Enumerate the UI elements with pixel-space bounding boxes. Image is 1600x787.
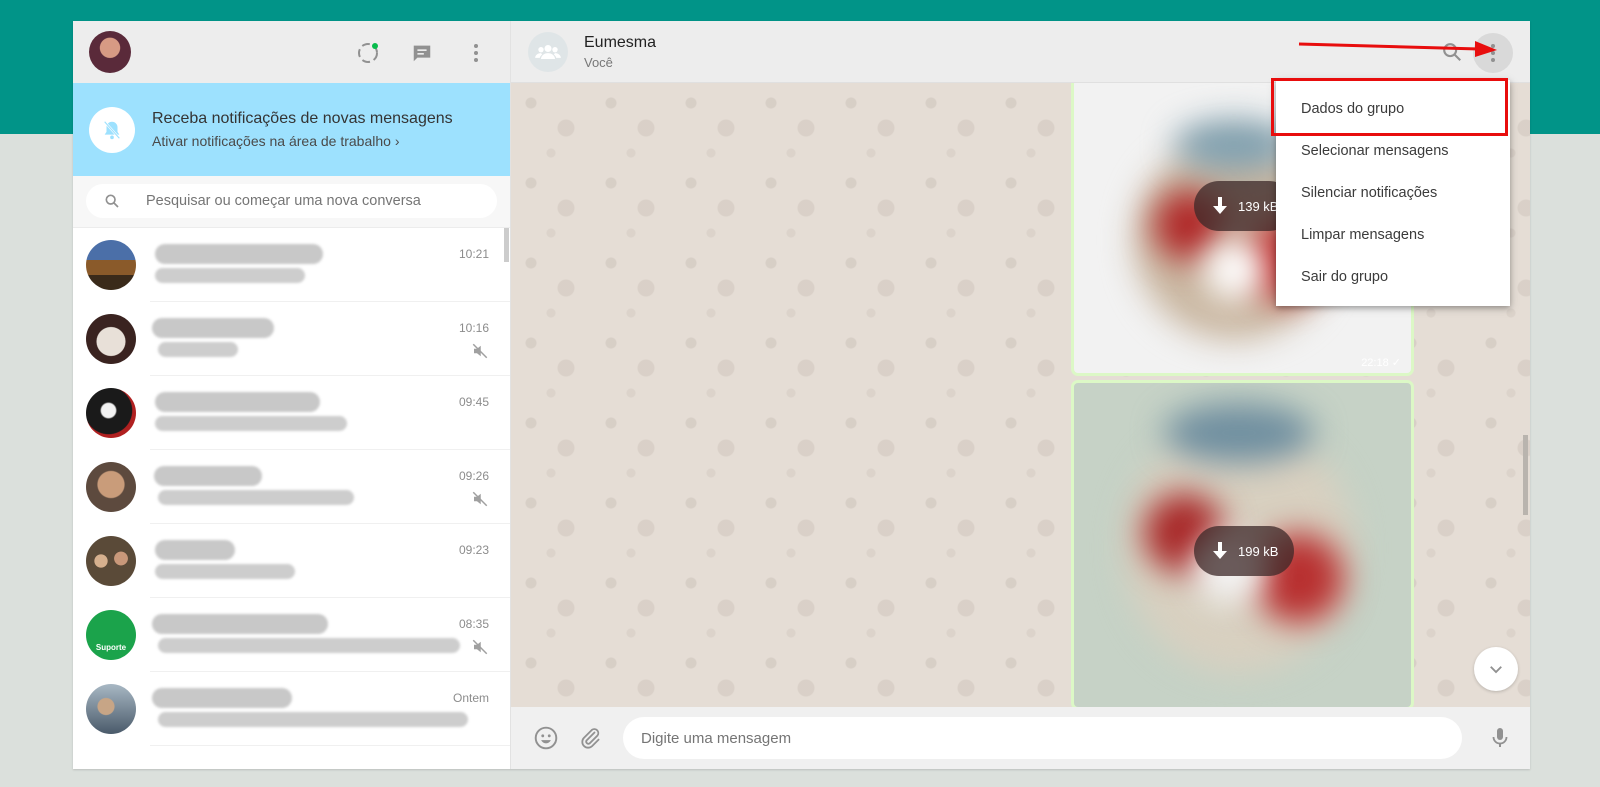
composer	[511, 707, 1530, 769]
avatar: Suporte	[86, 610, 136, 660]
chevron-down-icon	[1490, 666, 1502, 674]
scroll-down-button[interactable]	[1474, 647, 1518, 691]
chat-time: Ontem	[452, 691, 489, 705]
group-icon	[535, 44, 561, 59]
list-item[interactable]: 09:45	[73, 376, 510, 450]
sidebar-header	[73, 21, 510, 83]
list-item[interactable]: 09:26	[73, 450, 510, 524]
emoji-icon[interactable]	[533, 725, 559, 751]
search-input[interactable]	[146, 193, 497, 209]
notification-banner[interactable]: Receba notificações de novas mensagens A…	[73, 83, 510, 176]
list-item[interactable]: Ontem	[73, 672, 510, 746]
chevron-right-icon: ›	[394, 133, 400, 149]
search-icon	[105, 194, 119, 208]
avatar	[86, 536, 136, 586]
avatar	[86, 462, 136, 512]
download-icon	[1213, 197, 1227, 214]
search-bar	[73, 176, 510, 228]
message-input-box[interactable]	[623, 717, 1462, 759]
notification-subtitle: Ativar notificações na área de trabalho	[152, 133, 391, 149]
menu-item-clear-messages[interactable]: Limpar mensagens	[1276, 214, 1510, 256]
avatar[interactable]	[89, 31, 131, 73]
group-avatar[interactable]	[528, 31, 568, 72]
chat-time: 10:21	[458, 247, 489, 261]
chat-list: 10:21 10:16 09:45 09:26 09:23 Suporte 08…	[73, 228, 510, 769]
muted-icon	[472, 639, 488, 655]
message-time: 22:18 ✓	[1361, 357, 1401, 369]
avatar	[86, 388, 136, 438]
search-box[interactable]	[86, 184, 497, 218]
scrollbar[interactable]	[1523, 435, 1528, 515]
chat-time: 10:16	[458, 321, 489, 335]
menu-item-select-messages[interactable]: Selecionar mensagens	[1276, 130, 1510, 172]
avatar	[86, 684, 136, 734]
list-item[interactable]: 10:21	[73, 228, 510, 302]
conversation-dropdown-menu: Dados do grupo Selecionar mensagens Sile…	[1276, 80, 1510, 306]
list-item[interactable]: 10:16	[73, 302, 510, 376]
sidebar-header-icons	[356, 41, 488, 65]
file-size: 139 kB	[1238, 198, 1279, 214]
image-message[interactable]: 199 kB	[1071, 380, 1414, 707]
list-item[interactable]: Suporte 08:35	[73, 598, 510, 672]
conversation-title: Eumesma	[584, 33, 657, 51]
chat-time: 09:45	[458, 395, 489, 409]
muted-icon	[472, 491, 488, 507]
menu-dots-icon[interactable]	[464, 41, 488, 65]
message-input[interactable]	[641, 729, 1462, 747]
avatar	[86, 314, 136, 364]
notification-link[interactable]: Ativar notificações na área de trabalho …	[152, 133, 453, 149]
avatar	[86, 240, 136, 290]
chat-time: 08:35	[458, 617, 489, 631]
menu-item-group-info[interactable]: Dados do grupo	[1276, 88, 1510, 130]
annotation-arrow	[1298, 41, 1497, 57]
status-icon[interactable]	[356, 41, 380, 65]
file-size: 199 kB	[1238, 543, 1279, 559]
sidebar: Receba notificações de novas mensagens A…	[73, 21, 511, 769]
chat-time: 09:26	[458, 469, 489, 483]
microphone-icon[interactable]	[1480, 718, 1520, 758]
menu-item-exit-group[interactable]: Sair do grupo	[1276, 256, 1510, 298]
notification-off-icon	[89, 106, 135, 153]
download-icon	[1213, 542, 1227, 559]
avatar-label: Suporte	[95, 643, 127, 652]
notification-title: Receba notificações de novas mensagens	[152, 110, 453, 127]
conversation-subtitle: Você	[584, 54, 613, 70]
chat-time: 09:23	[458, 543, 489, 557]
muted-icon	[472, 343, 488, 359]
download-button[interactable]: 199 kB	[1194, 526, 1294, 576]
list-item[interactable]: 09:23	[73, 524, 510, 598]
menu-item-mute-notifications[interactable]: Silenciar notificações	[1276, 172, 1510, 214]
new-chat-icon[interactable]	[410, 41, 434, 65]
attach-icon[interactable]	[577, 725, 603, 751]
